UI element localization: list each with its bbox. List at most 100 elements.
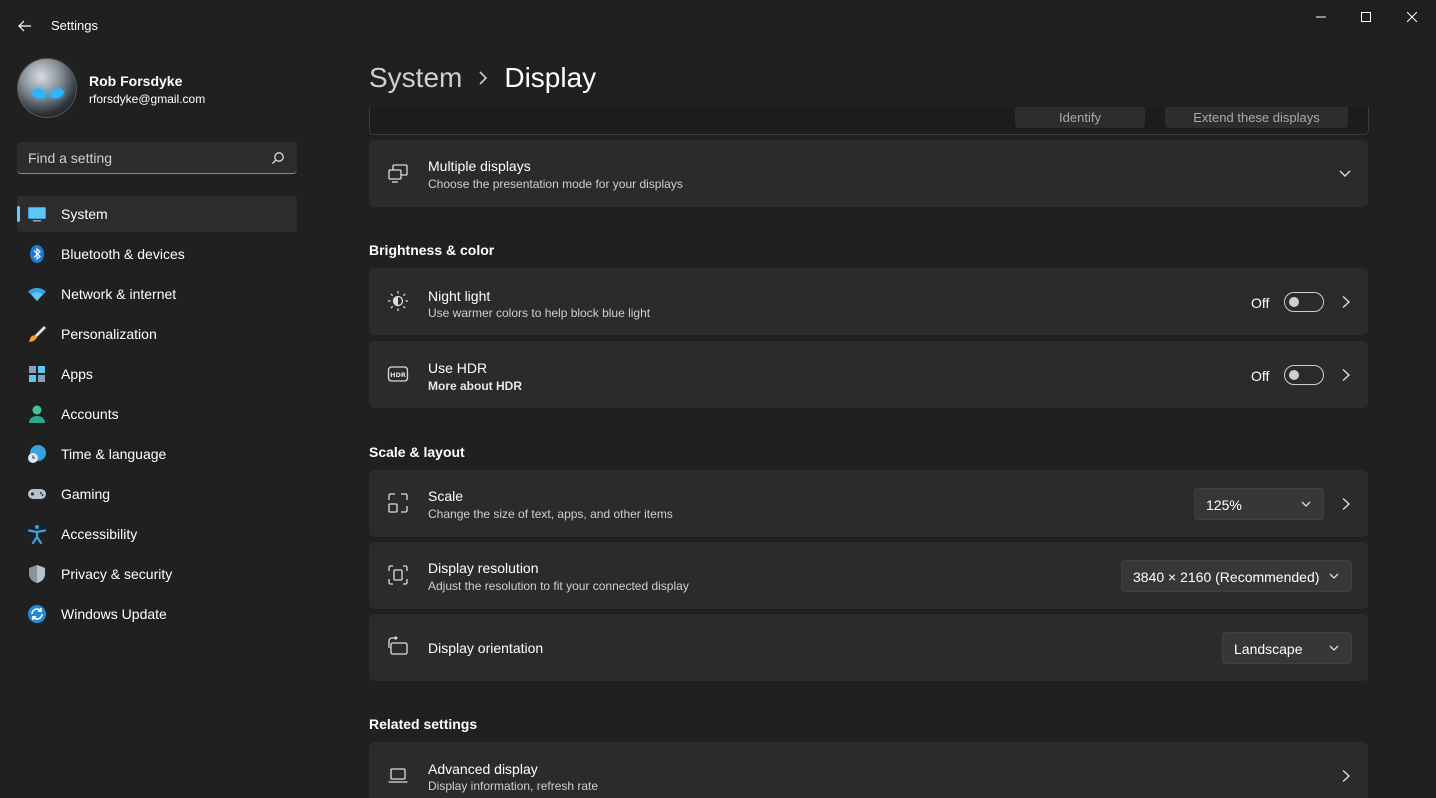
section-title-scale-layout: Scale & layout: [369, 444, 465, 460]
card-title: Scale: [428, 488, 464, 504]
sidebar-item-label: Accessibility: [61, 526, 138, 542]
wifi-icon: [28, 287, 46, 301]
globe-clock-icon: [28, 445, 46, 463]
sidebar-item-label: Personalization: [61, 326, 157, 342]
sidebar-item-windows-update[interactable]: Windows Update: [17, 596, 297, 632]
chevron-right-icon[interactable]: [1340, 497, 1352, 511]
card-subtitle: Change the size of text, apps, and other…: [428, 507, 673, 521]
breadcrumb-parent[interactable]: System: [369, 62, 462, 94]
extend-displays-dropdown[interactable]: Extend these displays: [1165, 107, 1348, 128]
close-button[interactable]: [1389, 0, 1435, 34]
sidebar-item-label: Apps: [61, 366, 93, 382]
chevron-down-icon: [1301, 501, 1311, 507]
scale-dropdown[interactable]: 125%: [1194, 488, 1324, 520]
hdr-state: Off: [1251, 368, 1270, 384]
section-title-related: Related settings: [369, 716, 478, 732]
minimize-button[interactable]: [1298, 0, 1344, 34]
search-icon[interactable]: [271, 151, 285, 165]
more-about-hdr-link[interactable]: More about HDR: [428, 379, 522, 393]
hdr-card[interactable]: HDR Use HDR More about HDR Off: [369, 341, 1368, 408]
chevron-right-icon[interactable]: [1340, 769, 1352, 783]
person-icon: [29, 405, 45, 423]
sidebar-item-network[interactable]: Network & internet: [17, 276, 297, 312]
night-light-card[interactable]: Night light Use warmer colors to help bl…: [369, 268, 1368, 335]
page-title: Display: [504, 62, 597, 93]
sidebar-item-label: Time & language: [61, 446, 167, 462]
hdr-toggle[interactable]: [1284, 365, 1324, 385]
chevron-right-icon[interactable]: [1340, 368, 1352, 382]
profile-name: Rob Forsdyke: [89, 73, 183, 89]
scale-value: 125%: [1206, 497, 1242, 513]
sidebar-item-label: Windows Update: [61, 606, 167, 622]
section-title-brightness: Brightness & color: [369, 242, 495, 258]
sidebar-item-system[interactable]: System: [17, 196, 297, 232]
back-button[interactable]: [10, 12, 40, 40]
sidebar-item-personalization[interactable]: Personalization: [17, 316, 297, 352]
night-light-state: Off: [1251, 295, 1270, 311]
sidebar-item-accounts[interactable]: Accounts: [17, 396, 297, 432]
title-bar: Settings: [0, 0, 1436, 50]
chevron-right-icon: [479, 71, 488, 85]
maximize-button[interactable]: [1343, 0, 1389, 34]
display-resolution-card[interactable]: Display resolution Adjust the resolution…: [369, 542, 1368, 609]
card-title: Multiple displays: [428, 158, 531, 174]
resolution-value: 3840 × 2160 (Recommended): [1133, 569, 1320, 585]
bluetooth-icon: [30, 245, 44, 263]
card-subtitle: Adjust the resolution to fit your connec…: [428, 579, 689, 593]
card-title: Advanced display: [428, 761, 538, 777]
laptop-icon: [388, 768, 408, 783]
card-title: Display resolution: [428, 560, 539, 576]
breadcrumb: System Display: [369, 58, 596, 98]
card-title: Night light: [428, 288, 491, 304]
card-title: Use HDR: [428, 360, 488, 376]
accessibility-icon: [27, 525, 47, 544]
resolution-dropdown[interactable]: 3840 × 2160 (Recommended): [1121, 560, 1352, 592]
display-arrangement-card: Identify Extend these displays: [369, 107, 1369, 135]
sidebar-item-gaming[interactable]: Gaming: [17, 476, 297, 512]
sidebar-item-label: System: [61, 206, 108, 222]
card-subtitle: Display information, refresh rate: [428, 779, 599, 793]
maximize-icon: [1361, 12, 1371, 22]
orientation-dropdown[interactable]: Landscape: [1222, 632, 1352, 664]
arrow-left-icon: [18, 20, 31, 32]
scale-icon: [388, 493, 408, 513]
chevron-down-icon: [1329, 573, 1339, 579]
shield-icon: [29, 565, 45, 583]
svg-text:HDR: HDR: [390, 371, 406, 379]
sidebar-nav: System Bluetooth & devices Network & int…: [17, 196, 297, 636]
search-box: [17, 142, 297, 174]
card-subtitle: Choose the presentation mode for your di…: [428, 177, 683, 191]
close-icon: [1407, 12, 1417, 22]
advanced-display-card[interactable]: Advanced display Display information, re…: [369, 742, 1368, 798]
sidebar-item-bluetooth[interactable]: Bluetooth & devices: [17, 236, 297, 272]
sidebar-item-label: Bluetooth & devices: [61, 246, 185, 262]
night-light-toggle[interactable]: [1284, 292, 1324, 312]
night-light-icon: [388, 291, 408, 311]
minimize-icon: [1316, 16, 1326, 18]
sidebar-item-accessibility[interactable]: Accessibility: [17, 516, 297, 552]
multiple-displays-icon: [388, 164, 408, 183]
system-icon: [28, 207, 46, 222]
sidebar-item-privacy[interactable]: Privacy & security: [17, 556, 297, 592]
hdr-icon: HDR: [387, 366, 409, 382]
display-orientation-card[interactable]: Display orientation Landscape: [369, 614, 1368, 681]
app-title: Settings: [51, 18, 98, 33]
gamepad-icon: [28, 489, 46, 499]
update-icon: [28, 605, 46, 623]
multiple-displays-card[interactable]: Multiple displays Choose the presentatio…: [369, 140, 1368, 207]
sidebar-item-label: Network & internet: [61, 286, 177, 302]
scale-card[interactable]: Scale Change the size of text, apps, and…: [369, 470, 1368, 537]
user-profile[interactable]: Rob Forsdyke rforsdyke@gmail.com: [17, 58, 317, 118]
search-input[interactable]: [17, 142, 267, 173]
chevron-down-icon: [1329, 645, 1339, 651]
sidebar-item-apps[interactable]: Apps: [17, 356, 297, 392]
sidebar-item-label: Privacy & security: [61, 566, 173, 582]
identify-button[interactable]: Identify: [1015, 107, 1145, 128]
main-content: Identify Extend these displays Multiple …: [369, 107, 1369, 798]
apps-icon: [29, 366, 45, 382]
profile-email: rforsdyke@gmail.com: [89, 92, 206, 106]
brush-icon: [29, 326, 46, 342]
chevron-down-icon[interactable]: [1338, 168, 1352, 180]
chevron-right-icon[interactable]: [1340, 295, 1352, 309]
sidebar-item-time-language[interactable]: Time & language: [17, 436, 297, 472]
